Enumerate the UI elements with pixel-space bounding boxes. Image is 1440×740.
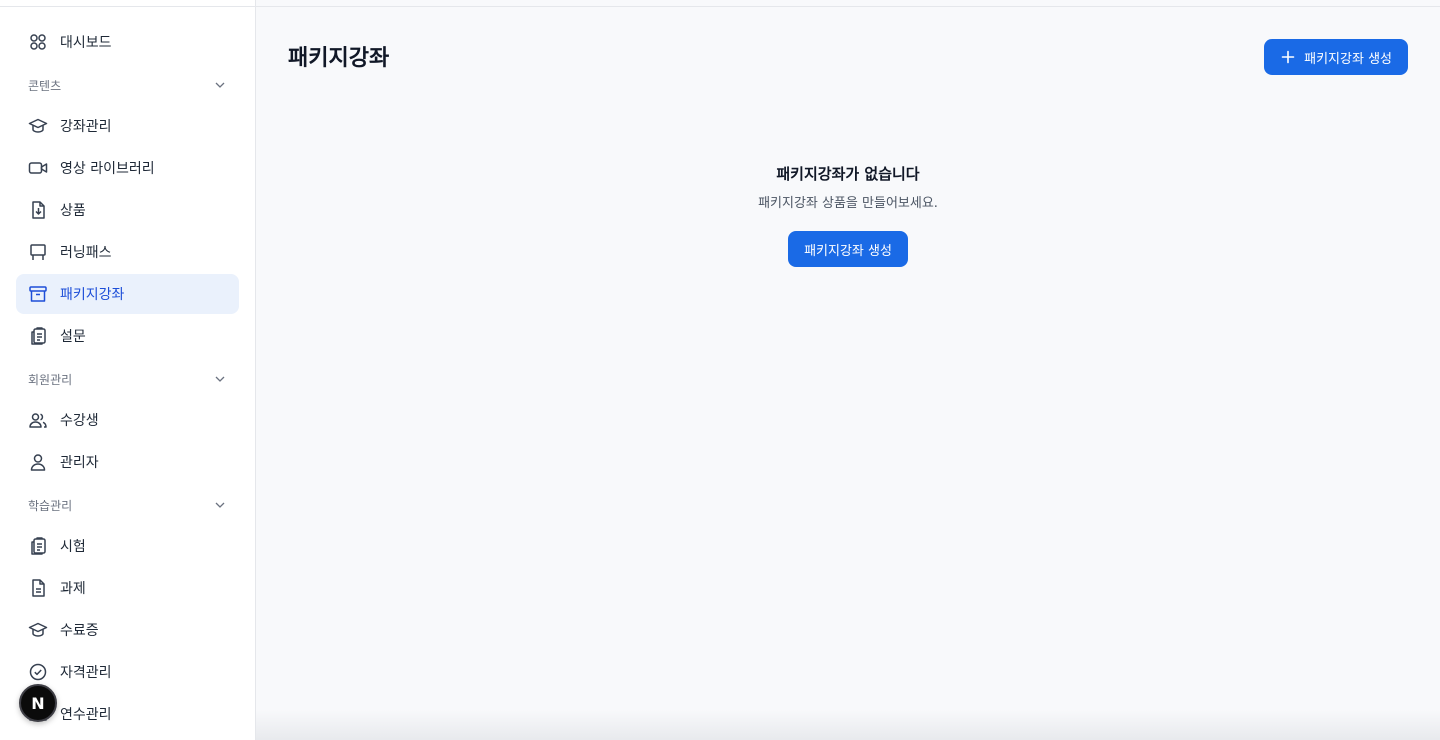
check-circle-icon [28, 662, 48, 682]
chevron-down-icon [213, 498, 227, 512]
user-icon [28, 452, 48, 472]
sidebar-item-label: 관리자 [60, 455, 99, 471]
empty-state-title: 패키지강좌가 없습니다 [776, 165, 920, 183]
sidebar-item-dashboard[interactable]: 대시보드 [16, 22, 239, 62]
sidebar-item-label: 영상 라이브러리 [60, 161, 155, 177]
section-header-content[interactable]: 콘텐츠 [16, 64, 239, 106]
sidebar-item-admins[interactable]: 관리자 [16, 442, 239, 482]
sidebar-item-learning-path[interactable]: 러닝패스 [16, 232, 239, 272]
section-header-members[interactable]: 회원관리 [16, 358, 239, 400]
sidebar-item-label: 연수관리 [60, 707, 112, 723]
sidebar: 대시보드 콘텐츠 강좌관리 영상 라이브러리 상품 러닝패스 패키지강좌 설문 … [0, 0, 256, 740]
section-title: 학습관리 [28, 498, 73, 513]
sidebar-item-exams[interactable]: 시험 [16, 526, 239, 566]
sidebar-item-label: 패키지강좌 [60, 287, 125, 303]
empty-state-create-button[interactable]: 패키지강좌 생성 [788, 231, 908, 267]
create-button-label: 패키지강좌 생성 [1304, 51, 1392, 67]
graduation-cap-icon [28, 116, 48, 136]
sidebar-item-label: 설문 [60, 329, 86, 345]
sidebar-item-label: 자격관리 [60, 665, 112, 681]
sidebar-item-package-courses[interactable]: 패키지강좌 [16, 274, 239, 314]
sidebar-item-label: 러닝패스 [60, 245, 112, 261]
page-title: 패키지강좌 [288, 46, 390, 71]
dashboard-grid-icon [28, 32, 48, 52]
main-content: 패키지강좌 패키지강좌 생성 패키지강좌가 없습니다 패키지강좌 상품을 만들어… [256, 0, 1440, 740]
file-download-icon [28, 200, 48, 220]
archive-box-icon [28, 284, 48, 304]
sidebar-top-divider [0, 6, 255, 7]
empty-state: 패키지강좌가 없습니다 패키지강좌 상품을 만들어보세요. 패키지강좌 생성 [256, 163, 1440, 267]
app-root: 대시보드 콘텐츠 강좌관리 영상 라이브러리 상품 러닝패스 패키지강좌 설문 … [0, 0, 1440, 740]
section-title: 콘텐츠 [28, 78, 62, 93]
clipboard-copy-icon [28, 536, 48, 556]
section-header-learning[interactable]: 학습관리 [16, 484, 239, 526]
video-camera-icon [28, 158, 48, 178]
create-package-button[interactable]: 패키지강좌 생성 [1264, 39, 1408, 75]
sidebar-item-label: 강좌관리 [60, 119, 112, 135]
sidebar-item-video-library[interactable]: 영상 라이브러리 [16, 148, 239, 188]
main-top-divider [256, 6, 1440, 7]
document-icon [28, 578, 48, 598]
empty-state-description: 패키지강좌 상품을 만들어보세요. [758, 196, 938, 211]
chevron-down-icon [213, 372, 227, 386]
sidebar-item-label: 수강생 [60, 413, 99, 429]
sidebar-item-courses[interactable]: 강좌관리 [16, 106, 239, 146]
sidebar-item-products[interactable]: 상품 [16, 190, 239, 230]
sidebar-item-qualifications[interactable]: 자격관리 [16, 652, 239, 692]
sidebar-item-certificates[interactable]: 수료증 [16, 610, 239, 650]
sidebar-item-label: 수료증 [60, 623, 99, 639]
sidebar-item-label: 시험 [60, 539, 86, 555]
sidebar-item-students[interactable]: 수강생 [16, 400, 239, 440]
sidebar-item-label: 과제 [60, 581, 86, 597]
presentation-board-icon [28, 242, 48, 262]
bottom-shade [256, 710, 1440, 740]
section-title: 회원관리 [28, 372, 73, 387]
sidebar-nav: 대시보드 콘텐츠 강좌관리 영상 라이브러리 상품 러닝패스 패키지강좌 설문 … [16, 22, 239, 736]
clipboard-copy-icon [28, 326, 48, 346]
users-icon [28, 410, 48, 430]
avatar[interactable]: N [19, 684, 57, 722]
plus-icon [1280, 49, 1296, 65]
sidebar-item-survey[interactable]: 설문 [16, 316, 239, 356]
sidebar-item-label: 대시보드 [60, 35, 112, 51]
sidebar-item-assignments[interactable]: 과제 [16, 568, 239, 608]
chevron-down-icon [213, 78, 227, 92]
graduation-cap-icon [28, 620, 48, 640]
sidebar-item-label: 상품 [60, 203, 86, 219]
